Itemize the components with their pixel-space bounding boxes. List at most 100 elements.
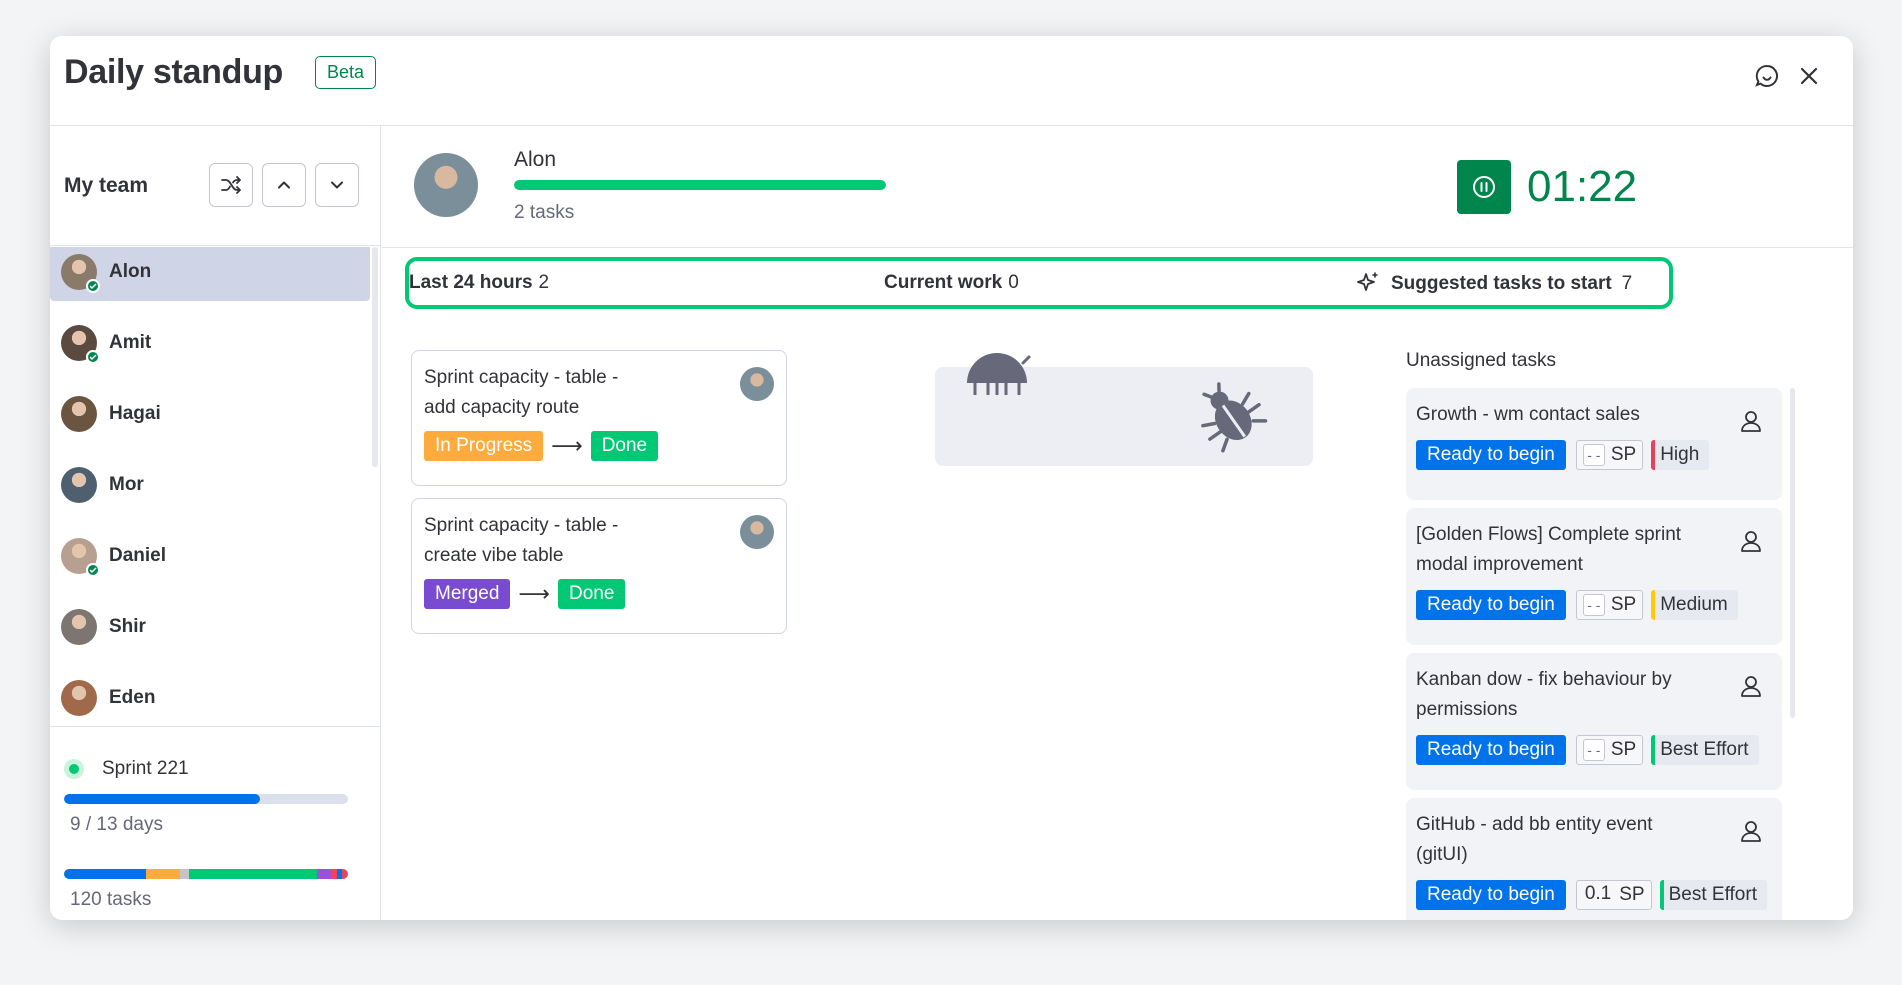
member-name: Eden (109, 687, 156, 708)
suggested-task-card[interactable]: Kanban dow - fix behaviour by permission… (1406, 653, 1782, 790)
new-status-chip: Done (557, 579, 626, 609)
last-24-hours-count: 2 (538, 272, 550, 293)
task-card[interactable]: Sprint capacity - table - add capacity r… (411, 350, 787, 486)
beta-badge: Beta (315, 56, 377, 89)
chevron-up-icon (278, 181, 290, 189)
next-member-button[interactable] (315, 163, 359, 207)
previous-status-chip: Merged (424, 579, 511, 609)
member-name: Mor (109, 474, 144, 495)
priority-chip[interactable]: High (1651, 440, 1710, 470)
page-title: Daily standup (64, 53, 284, 91)
suggested-task-card[interactable]: [Golden Flows] Complete sprint modal imp… (1406, 508, 1782, 645)
team-sidebar: My team Alon Amit Hagai Mor Daniel Shir Eden S… (50, 126, 381, 920)
tasks-status-segment (316, 869, 331, 879)
done-check-icon (86, 350, 100, 364)
priority-chip[interactable]: Best Effort (1651, 735, 1759, 765)
tasks-status-segment (188, 869, 317, 879)
sprint-tasks-status-bar (64, 869, 348, 879)
story-points-value: - - (1582, 739, 1605, 761)
sprint-days-label: 9 / 13 days (70, 814, 163, 835)
sprint-name: Sprint 221 (102, 758, 189, 779)
arrow-right-icon: ⟶ (551, 433, 583, 458)
person-avatar (414, 153, 478, 217)
sidebar-member-hagai[interactable]: Hagai (50, 385, 370, 443)
task-title: Sprint capacity - table - create vibe ta… (424, 515, 619, 566)
sprint-status-dot (64, 759, 84, 779)
suggested-scrollbar[interactable] (1790, 388, 1795, 718)
story-points-unit: SP (1610, 594, 1637, 615)
pause-icon (1473, 176, 1495, 198)
priority-chip[interactable]: Medium (1651, 590, 1738, 620)
person-progress-fill (514, 180, 886, 190)
suggested-task-card[interactable]: GitHub - add bb entity event (gitUI) Read… (1406, 798, 1782, 920)
sidebar-member-shir[interactable]: Shir (50, 598, 370, 656)
arrow-right-icon: ⟶ (518, 581, 550, 606)
avatar (61, 396, 97, 432)
story-points-chip[interactable]: 0.1 SP (1575, 880, 1652, 910)
task-card[interactable]: Sprint capacity - table - create vibe ta… (411, 498, 787, 634)
avatar (61, 325, 100, 364)
daily-standup-window: Daily standup Beta My team Alon Amit Hagai… (50, 36, 1853, 920)
shuffle-icon (221, 176, 241, 194)
sidebar-member-alon[interactable]: Alon (50, 247, 370, 301)
suggested-tasks-label: Suggested tasks to start (1391, 273, 1612, 294)
story-points-unit: SP (1610, 739, 1637, 760)
member-name: Daniel (109, 545, 167, 566)
story-points-chip[interactable]: - - SP (1575, 440, 1644, 470)
sidebar-member-daniel[interactable]: Daniel (50, 527, 370, 585)
done-check-icon (86, 279, 100, 293)
assign-person-icon[interactable] (1738, 408, 1764, 434)
previous-member-button[interactable] (262, 163, 306, 207)
task-title: [Golden Flows] Complete sprint modal imp… (1416, 524, 1682, 575)
status-chip[interactable]: Ready to begin (1416, 735, 1566, 765)
suggested-task-card[interactable]: Growth - wm contact sales Ready to begin -… (1406, 388, 1782, 500)
story-points-chip[interactable]: - - SP (1575, 590, 1644, 620)
suggested-tasks-count: 7 (1621, 273, 1633, 294)
story-points-chip[interactable]: - - SP (1575, 735, 1644, 765)
standup-main: Alon 2 tasks 01:22 Last 24 hours 2 Curren… (382, 126, 1853, 920)
status-chip[interactable]: Ready to begin (1416, 440, 1566, 470)
feedback-button[interactable] (1749, 58, 1785, 94)
last-24-hours-label: Last 24 hours (409, 272, 533, 293)
current-person-header: Alon 2 tasks 01:22 (382, 126, 1853, 248)
chevron-down-icon (331, 181, 343, 189)
story-points-unit: SP (1610, 444, 1637, 465)
member-name: Shir (109, 616, 146, 637)
tasks-status-segment (64, 869, 147, 879)
sidebar-member-amit[interactable]: Amit (50, 314, 370, 372)
pause-timer-button[interactable] (1457, 160, 1511, 214)
task-title: Sprint capacity - table - add capacity r… (424, 367, 619, 418)
current-work-header: Current work 0 (884, 272, 1019, 294)
assign-person-icon[interactable] (1738, 528, 1764, 554)
close-button[interactable] (1791, 58, 1827, 94)
avatar (61, 680, 97, 716)
sidebar-scrollbar[interactable] (372, 247, 378, 467)
sprint-summary: Sprint 221 9 / 13 days 120 tasks (50, 726, 381, 920)
avatar (61, 538, 100, 577)
story-points-value: - - (1582, 594, 1605, 616)
sprint-tasks-label: 120 tasks (70, 889, 152, 910)
avatar (61, 254, 100, 293)
bug-icon (1201, 382, 1268, 453)
team-member-list: Alon Amit Hagai Mor Daniel Shir Eden (50, 247, 381, 726)
priority-chip[interactable]: Best Effort (1659, 880, 1767, 910)
tasks-status-segment (180, 869, 189, 879)
status-chip[interactable]: Ready to begin (1416, 590, 1566, 620)
done-check-icon (86, 563, 100, 577)
assign-person-icon[interactable] (1738, 818, 1764, 844)
member-name: Hagai (109, 403, 161, 424)
assign-person-icon[interactable] (1738, 673, 1764, 699)
avatar (61, 609, 97, 645)
close-icon (1800, 67, 1818, 85)
status-chip[interactable]: Ready to begin (1416, 880, 1566, 910)
suggested-tasks-header: Suggested tasks to start 7 (1355, 272, 1632, 296)
assignee-avatar (740, 515, 774, 549)
shuffle-button[interactable] (209, 163, 253, 207)
person-progress (514, 180, 886, 190)
assignee-avatar (740, 367, 774, 401)
title-bar: Daily standup Beta (50, 36, 1853, 126)
team-header: My team (50, 126, 381, 246)
sidebar-member-eden[interactable]: Eden (50, 669, 370, 726)
sidebar-member-mor[interactable]: Mor (50, 456, 370, 514)
tasks-status-segment (146, 869, 181, 879)
